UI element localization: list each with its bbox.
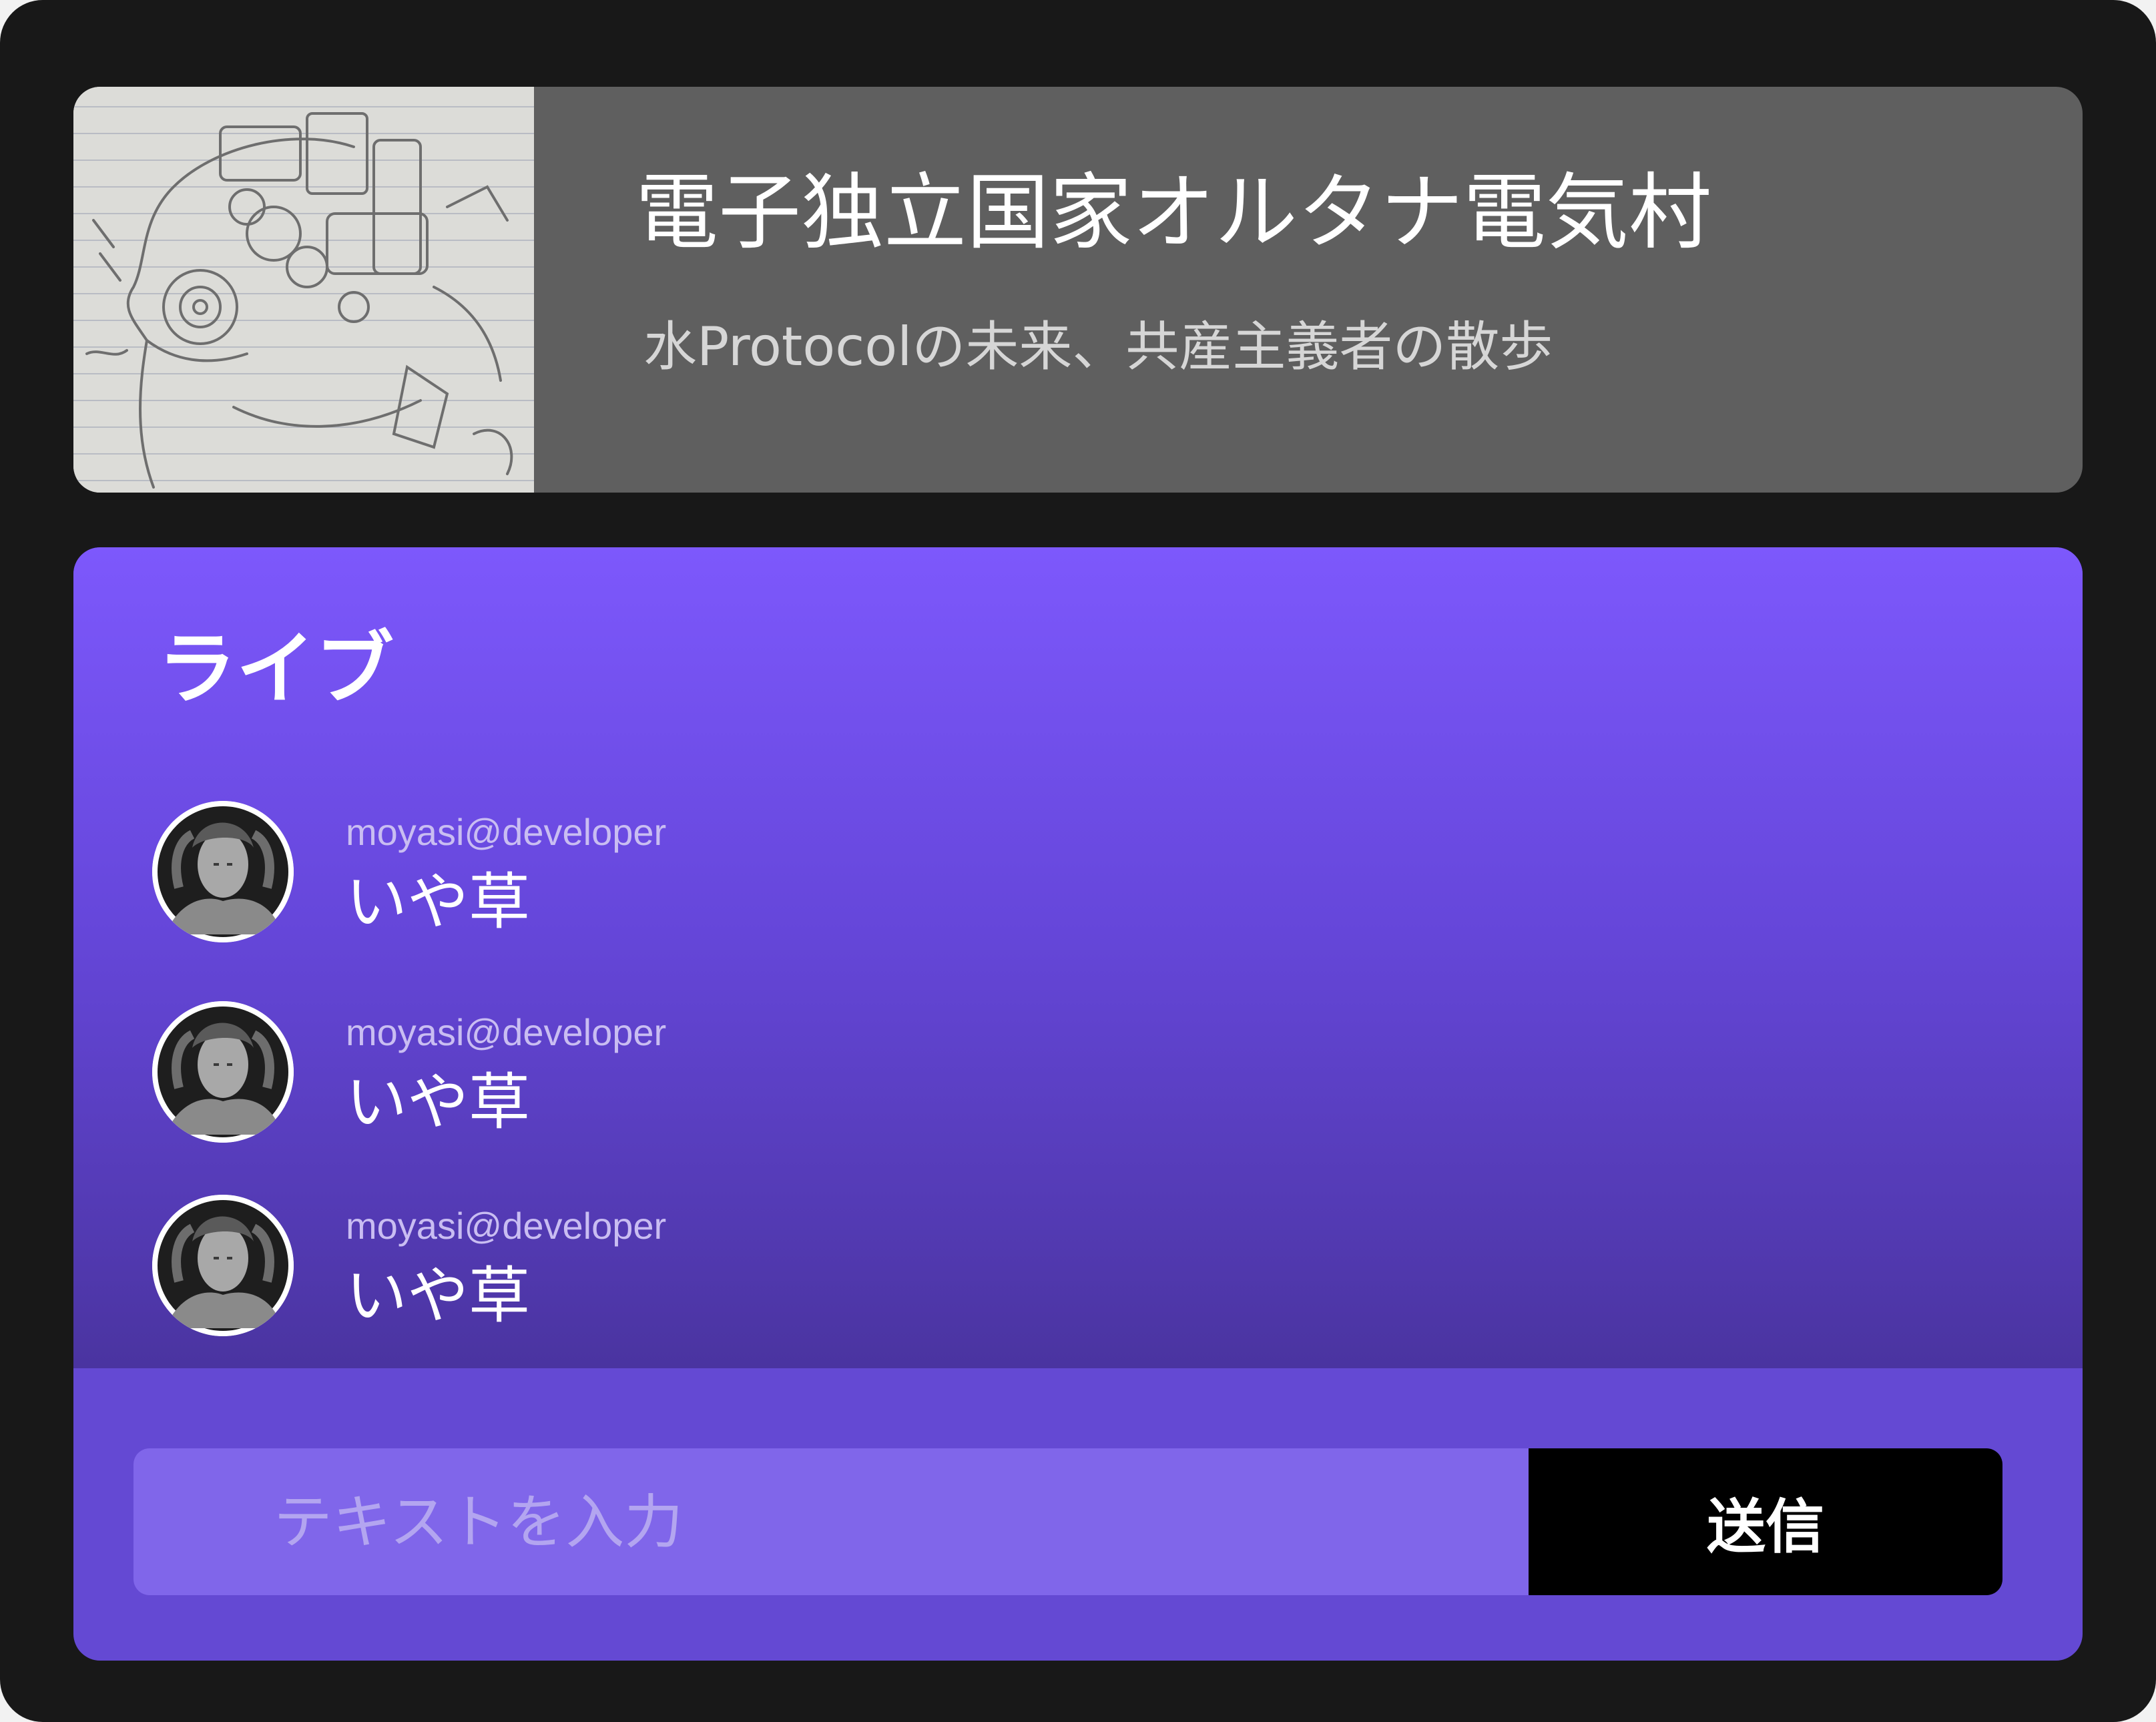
message-text: いや草 (346, 1260, 531, 1332)
message-text: いや草 (346, 1067, 531, 1138)
message-username[interactable]: moyasi@developer (346, 809, 666, 856)
live-feed[interactable]: ライブ moyasi@developer いや草 moyasi@develope… (73, 547, 2083, 1368)
send-button[interactable]: 送信 (1529, 1448, 2002, 1595)
chat-message: moyasi@developer いや草 (152, 1001, 1220, 1155)
live-chat-panel: ライブ moyasi@developer いや草 moyasi@develope… (73, 547, 2083, 1661)
channel-header: 電子独立国家オルタナ電気村 水Protocolの未来、共産主義者の散歩 (73, 87, 2083, 493)
channel-subtitle: 水Protocolの未来、共産主義者の散歩 (643, 316, 1553, 378)
message-input[interactable] (133, 1448, 1529, 1595)
avatar[interactable] (152, 801, 294, 942)
channel-title: 電子独立国家オルタナ電気村 (635, 165, 1712, 261)
message-username[interactable]: moyasi@developer (346, 1009, 666, 1056)
channel-thumbnail (73, 87, 534, 493)
chat-message: moyasi@developer いや草 (152, 1195, 1220, 1348)
live-title: ライブ (158, 623, 394, 715)
chat-message: moyasi@developer いや草 (152, 801, 1220, 954)
avatar[interactable] (152, 1001, 294, 1143)
app-frame: 電子独立国家オルタナ電気村 水Protocolの未来、共産主義者の散歩 ライブ (0, 0, 2156, 1722)
message-text: いや草 (346, 866, 531, 938)
avatar[interactable] (152, 1195, 294, 1336)
message-composer: 送信 (133, 1448, 2002, 1595)
message-username[interactable]: moyasi@developer (346, 1203, 666, 1249)
